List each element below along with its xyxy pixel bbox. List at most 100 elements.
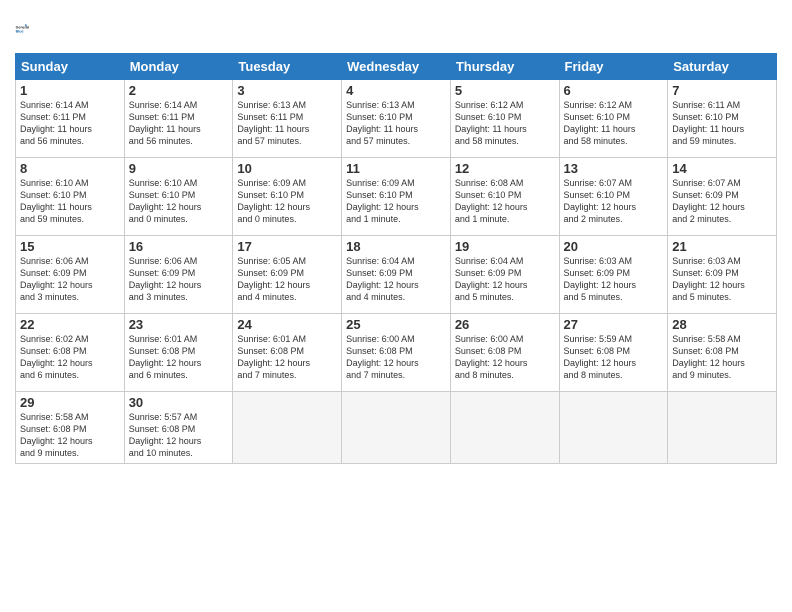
day-info: Sunrise: 6:07 AM Sunset: 6:09 PM Dayligh… xyxy=(672,177,772,226)
weekday-header-sunday: Sunday xyxy=(16,54,125,80)
calendar-week-4: 22Sunrise: 6:02 AM Sunset: 6:08 PM Dayli… xyxy=(16,314,777,392)
day-number: 6 xyxy=(564,83,664,98)
calendar-day xyxy=(450,392,559,464)
day-info: Sunrise: 5:57 AM Sunset: 6:08 PM Dayligh… xyxy=(129,411,229,460)
day-number: 24 xyxy=(237,317,337,332)
day-number: 18 xyxy=(346,239,446,254)
calendar-day: 16Sunrise: 6:06 AM Sunset: 6:09 PM Dayli… xyxy=(124,236,233,314)
calendar-day: 10Sunrise: 6:09 AM Sunset: 6:10 PM Dayli… xyxy=(233,158,342,236)
day-info: Sunrise: 6:08 AM Sunset: 6:10 PM Dayligh… xyxy=(455,177,555,226)
header: General Blue xyxy=(15,15,777,43)
weekday-header-tuesday: Tuesday xyxy=(233,54,342,80)
weekday-header-saturday: Saturday xyxy=(668,54,777,80)
calendar-day: 23Sunrise: 6:01 AM Sunset: 6:08 PM Dayli… xyxy=(124,314,233,392)
day-number: 11 xyxy=(346,161,446,176)
day-info: Sunrise: 6:00 AM Sunset: 6:08 PM Dayligh… xyxy=(455,333,555,382)
calendar-week-5: 29Sunrise: 5:58 AM Sunset: 6:08 PM Dayli… xyxy=(16,392,777,464)
calendar-day: 27Sunrise: 5:59 AM Sunset: 6:08 PM Dayli… xyxy=(559,314,668,392)
calendar-day xyxy=(668,392,777,464)
calendar-day xyxy=(559,392,668,464)
calendar-day: 25Sunrise: 6:00 AM Sunset: 6:08 PM Dayli… xyxy=(342,314,451,392)
calendar-day: 30Sunrise: 5:57 AM Sunset: 6:08 PM Dayli… xyxy=(124,392,233,464)
calendar-day: 4Sunrise: 6:13 AM Sunset: 6:10 PM Daylig… xyxy=(342,80,451,158)
day-number: 9 xyxy=(129,161,229,176)
calendar-day: 2Sunrise: 6:14 AM Sunset: 6:11 PM Daylig… xyxy=(124,80,233,158)
calendar-day xyxy=(342,392,451,464)
calendar-day: 20Sunrise: 6:03 AM Sunset: 6:09 PM Dayli… xyxy=(559,236,668,314)
calendar-header: SundayMondayTuesdayWednesdayThursdayFrid… xyxy=(16,54,777,80)
calendar-day: 6Sunrise: 6:12 AM Sunset: 6:10 PM Daylig… xyxy=(559,80,668,158)
day-info: Sunrise: 6:09 AM Sunset: 6:10 PM Dayligh… xyxy=(346,177,446,226)
calendar-day: 5Sunrise: 6:12 AM Sunset: 6:10 PM Daylig… xyxy=(450,80,559,158)
weekday-header-row: SundayMondayTuesdayWednesdayThursdayFrid… xyxy=(16,54,777,80)
calendar-day: 14Sunrise: 6:07 AM Sunset: 6:09 PM Dayli… xyxy=(668,158,777,236)
day-number: 7 xyxy=(672,83,772,98)
day-info: Sunrise: 6:13 AM Sunset: 6:10 PM Dayligh… xyxy=(346,99,446,148)
calendar-day: 8Sunrise: 6:10 AM Sunset: 6:10 PM Daylig… xyxy=(16,158,125,236)
day-number: 14 xyxy=(672,161,772,176)
calendar-day: 28Sunrise: 5:58 AM Sunset: 6:08 PM Dayli… xyxy=(668,314,777,392)
calendar-day: 9Sunrise: 6:10 AM Sunset: 6:10 PM Daylig… xyxy=(124,158,233,236)
calendar-day: 12Sunrise: 6:08 AM Sunset: 6:10 PM Dayli… xyxy=(450,158,559,236)
day-number: 20 xyxy=(564,239,664,254)
day-number: 23 xyxy=(129,317,229,332)
weekday-header-monday: Monday xyxy=(124,54,233,80)
day-info: Sunrise: 6:01 AM Sunset: 6:08 PM Dayligh… xyxy=(237,333,337,382)
page-container: General Blue SundayMondayTuesdayWednesda… xyxy=(0,0,792,474)
calendar-day: 26Sunrise: 6:00 AM Sunset: 6:08 PM Dayli… xyxy=(450,314,559,392)
calendar-day: 11Sunrise: 6:09 AM Sunset: 6:10 PM Dayli… xyxy=(342,158,451,236)
day-info: Sunrise: 6:03 AM Sunset: 6:09 PM Dayligh… xyxy=(564,255,664,304)
calendar-day: 24Sunrise: 6:01 AM Sunset: 6:08 PM Dayli… xyxy=(233,314,342,392)
calendar-day: 22Sunrise: 6:02 AM Sunset: 6:08 PM Dayli… xyxy=(16,314,125,392)
calendar-day: 3Sunrise: 6:13 AM Sunset: 6:11 PM Daylig… xyxy=(233,80,342,158)
weekday-header-friday: Friday xyxy=(559,54,668,80)
day-number: 28 xyxy=(672,317,772,332)
day-number: 26 xyxy=(455,317,555,332)
day-info: Sunrise: 6:03 AM Sunset: 6:09 PM Dayligh… xyxy=(672,255,772,304)
day-number: 13 xyxy=(564,161,664,176)
day-info: Sunrise: 6:12 AM Sunset: 6:10 PM Dayligh… xyxy=(564,99,664,148)
logo-icon: General Blue xyxy=(15,15,43,43)
day-number: 19 xyxy=(455,239,555,254)
day-number: 30 xyxy=(129,395,229,410)
day-number: 2 xyxy=(129,83,229,98)
day-number: 22 xyxy=(20,317,120,332)
day-number: 16 xyxy=(129,239,229,254)
day-info: Sunrise: 6:04 AM Sunset: 6:09 PM Dayligh… xyxy=(455,255,555,304)
day-number: 12 xyxy=(455,161,555,176)
day-info: Sunrise: 5:58 AM Sunset: 6:08 PM Dayligh… xyxy=(672,333,772,382)
day-number: 21 xyxy=(672,239,772,254)
day-info: Sunrise: 6:11 AM Sunset: 6:10 PM Dayligh… xyxy=(672,99,772,148)
day-info: Sunrise: 6:00 AM Sunset: 6:08 PM Dayligh… xyxy=(346,333,446,382)
day-number: 10 xyxy=(237,161,337,176)
day-number: 3 xyxy=(237,83,337,98)
weekday-header-wednesday: Wednesday xyxy=(342,54,451,80)
svg-text:Blue: Blue xyxy=(16,30,24,34)
calendar-day: 29Sunrise: 5:58 AM Sunset: 6:08 PM Dayli… xyxy=(16,392,125,464)
day-info: Sunrise: 6:14 AM Sunset: 6:11 PM Dayligh… xyxy=(129,99,229,148)
calendar-day: 7Sunrise: 6:11 AM Sunset: 6:10 PM Daylig… xyxy=(668,80,777,158)
logo: General Blue xyxy=(15,15,47,43)
day-number: 4 xyxy=(346,83,446,98)
svg-text:General: General xyxy=(16,25,29,29)
weekday-header-thursday: Thursday xyxy=(450,54,559,80)
calendar-day: 1Sunrise: 6:14 AM Sunset: 6:11 PM Daylig… xyxy=(16,80,125,158)
calendar-week-2: 8Sunrise: 6:10 AM Sunset: 6:10 PM Daylig… xyxy=(16,158,777,236)
day-info: Sunrise: 6:10 AM Sunset: 6:10 PM Dayligh… xyxy=(129,177,229,226)
calendar-day: 21Sunrise: 6:03 AM Sunset: 6:09 PM Dayli… xyxy=(668,236,777,314)
calendar-week-1: 1 Sunrise: 6:14 AM Sunset: 6:11 PM Daylig… xyxy=(16,80,777,158)
day-number: 1 xyxy=(20,83,120,98)
day-number: 25 xyxy=(346,317,446,332)
day-number: 5 xyxy=(455,83,555,98)
calendar-day: 17Sunrise: 6:05 AM Sunset: 6:09 PM Dayli… xyxy=(233,236,342,314)
day-number: 15 xyxy=(20,239,120,254)
day-info: Sunrise: 6:05 AM Sunset: 6:09 PM Dayligh… xyxy=(237,255,337,304)
day-info: Sunrise: 6:10 AM Sunset: 6:10 PM Dayligh… xyxy=(20,177,120,226)
day-info: Sunrise: 5:58 AM Sunset: 6:08 PM Dayligh… xyxy=(20,411,120,460)
calendar-week-3: 15 Sunrise: 6:06 AM Sunset: 6:09 PM Dayli… xyxy=(16,236,777,314)
calendar-table: SundayMondayTuesdayWednesdayThursdayFrid… xyxy=(15,53,777,464)
day-number: 27 xyxy=(564,317,664,332)
day-number: 29 xyxy=(20,395,120,410)
day-info: Sunrise: 6:06 AM Sunset: 6:09 PM Dayligh… xyxy=(129,255,229,304)
calendar-day: 19Sunrise: 6:04 AM Sunset: 6:09 PM Dayli… xyxy=(450,236,559,314)
